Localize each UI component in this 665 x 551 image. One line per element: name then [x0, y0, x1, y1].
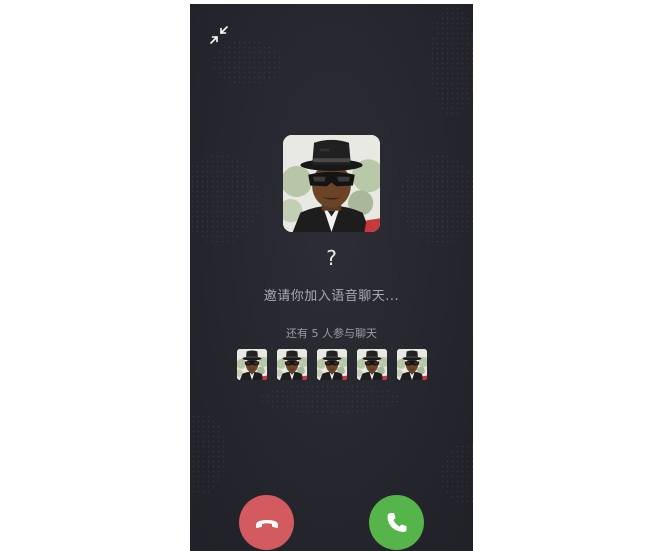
background-texture: [440, 444, 473, 504]
page: ? 邀请你加入语音聊天... 还有 5 人参与聊天: [0, 0, 665, 551]
background-texture: [212, 40, 282, 86]
accept-call-button[interactable]: [369, 495, 424, 550]
minimize-icon: [210, 26, 228, 44]
background-texture: [430, 6, 473, 116]
participant-avatar: [237, 349, 267, 380]
background-texture: [260, 384, 400, 414]
participant-avatar: [397, 349, 427, 380]
participant-avatar: [317, 349, 347, 380]
hang-up-icon: [255, 519, 278, 528]
decline-call-button[interactable]: [239, 495, 294, 550]
invite-message: 邀请你加入语音聊天...: [263, 289, 400, 304]
background-texture: [190, 414, 226, 494]
participant-avatar: [277, 349, 307, 380]
caller-avatar-image: [283, 135, 380, 232]
participants-count-text: 还有 5 人参与聊天: [286, 327, 377, 340]
background-texture: [400, 154, 473, 244]
phone-icon: [387, 512, 406, 532]
caller-avatar: [283, 135, 380, 232]
caller-name: ?: [326, 246, 337, 270]
participant-avatar: [357, 349, 387, 380]
minimize-button[interactable]: [208, 24, 230, 46]
participant-list: [237, 349, 427, 380]
background-texture: [190, 154, 260, 244]
voice-call-screen: ? 邀请你加入语音聊天... 还有 5 人参与聊天: [190, 4, 473, 551]
